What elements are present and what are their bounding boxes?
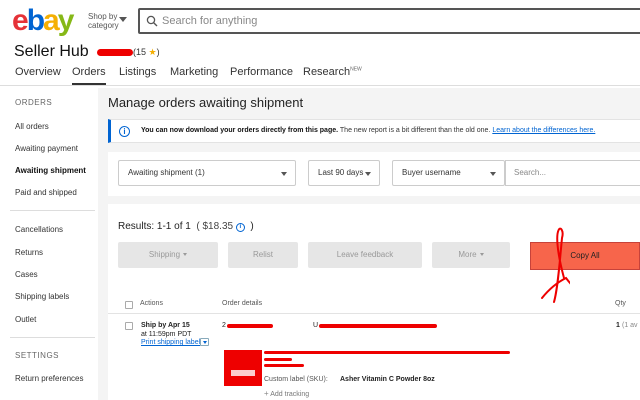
info-icon[interactable]: i — [235, 223, 245, 232]
redacted-item-number — [264, 358, 292, 361]
chevron-down-icon — [365, 172, 371, 176]
shop-by-category[interactable]: Shop by category — [88, 12, 120, 30]
print-shipping-label-link[interactable]: Print shipping label — [141, 339, 200, 346]
redacted-username — [97, 49, 133, 56]
sidebar-item-shipping-labels[interactable]: Shipping labels — [15, 292, 69, 301]
relist-button[interactable]: Relist — [228, 242, 298, 268]
info-icon: i — [119, 126, 130, 137]
sidebar-heading-settings: SETTINGS — [15, 351, 60, 360]
sidebar-item-cancellations[interactable]: Cancellations — [15, 225, 63, 234]
chevron-down-icon — [490, 172, 496, 176]
sidebar-item-returns[interactable]: Returns — [15, 248, 43, 257]
buyer-username-select[interactable]: Buyer username — [392, 160, 505, 186]
leave-feedback-button[interactable]: Leave feedback — [308, 242, 422, 268]
quantity-available: (1 av — [622, 322, 638, 329]
section-title: Manage orders awaiting shipment — [108, 95, 304, 110]
annotation-arrow-icon — [541, 227, 570, 303]
tab-research[interactable]: ResearchNEW — [303, 66, 362, 78]
order-number[interactable]: 2 — [222, 322, 226, 329]
feedback-score[interactable]: (15 ★) — [133, 47, 160, 58]
ship-by-time: at 11:59pm PDT — [141, 331, 192, 338]
search-input[interactable] — [162, 12, 632, 30]
sidebar-divider — [10, 210, 95, 211]
sidebar-item-awaiting-shipment[interactable]: Awaiting shipment — [15, 166, 86, 175]
search-icon — [146, 15, 158, 27]
sidebar-heading-orders: ORDERS — [15, 98, 53, 107]
column-header-qty: Qty — [615, 300, 626, 307]
sidebar-item-return-preferences[interactable]: Return preferences — [15, 374, 83, 383]
more-button[interactable]: More — [432, 242, 510, 268]
add-tracking-link[interactable]: + Add tracking — [264, 389, 309, 398]
period-select[interactable]: Last 90 days — [308, 160, 380, 186]
search-box[interactable] — [138, 8, 640, 34]
sidebar-item-all-orders[interactable]: All orders — [15, 122, 49, 131]
sidebar-item-outlet[interactable]: Outlet — [15, 315, 36, 324]
ship-by-date: Ship by Apr 15 — [141, 322, 190, 329]
top-bar: ebay Shop by category — [0, 0, 640, 42]
custom-label: Custom label (SKU): — [264, 376, 328, 383]
order-row-checkbox[interactable] — [125, 322, 133, 330]
learn-more-link[interactable]: Learn about the differences here. — [492, 127, 595, 134]
sidebar-item-cases[interactable]: Cases — [15, 270, 38, 279]
sku-value: Asher Vitamin C Powder 8oz — [340, 376, 435, 383]
tab-orders[interactable]: Orders — [72, 66, 106, 85]
plus-icon: + — [264, 389, 269, 398]
quantity: 1 — [616, 322, 620, 329]
new-badge: NEW — [350, 66, 362, 73]
column-header-order-details: Order details — [222, 300, 263, 307]
tab-listings[interactable]: Listings — [119, 66, 156, 78]
page-title: Seller Hub — [14, 43, 89, 60]
shipping-button[interactable]: Shipping — [118, 242, 218, 268]
tab-marketing[interactable]: Marketing — [170, 66, 218, 78]
sidebar-item-awaiting-payment[interactable]: Awaiting payment — [15, 144, 78, 153]
chevron-down-icon[interactable] — [119, 17, 127, 22]
results-count: Results: 1-1 of 1 ( $18.35 i ) — [118, 221, 254, 232]
redacted-order-number — [227, 324, 273, 328]
sidebar-item-paid-and-shipped[interactable]: Paid and shipped — [15, 188, 77, 197]
chevron-down-icon — [183, 253, 188, 256]
chevron-down-icon — [281, 172, 287, 176]
item-thumbnail[interactable] — [224, 350, 262, 386]
redacted-item-title — [264, 351, 510, 354]
star-icon: ★ — [148, 47, 157, 57]
tab-performance[interactable]: Performance — [230, 66, 293, 78]
notice-text: You can now download your orders directl… — [141, 127, 596, 134]
chevron-down-icon[interactable] — [200, 338, 209, 346]
main-nav: Overview Orders Listings Marketing Perfo… — [0, 64, 640, 86]
sidebar: ORDERS All orders Awaiting payment Await… — [0, 88, 98, 400]
buyer-username[interactable]: U — [313, 322, 318, 329]
redacted-item-variation — [264, 364, 304, 367]
select-all-checkbox[interactable] — [125, 301, 133, 309]
chevron-down-icon — [479, 253, 484, 256]
redacted-buyer — [319, 324, 437, 328]
sidebar-divider — [10, 337, 95, 338]
column-header-actions: Actions — [140, 300, 163, 307]
info-notice: i You can now download your orders direc… — [108, 119, 640, 143]
tab-overview[interactable]: Overview — [15, 66, 61, 78]
ebay-logo[interactable]: ebay — [12, 4, 74, 38]
status-select[interactable]: Awaiting shipment (1) — [118, 160, 296, 186]
